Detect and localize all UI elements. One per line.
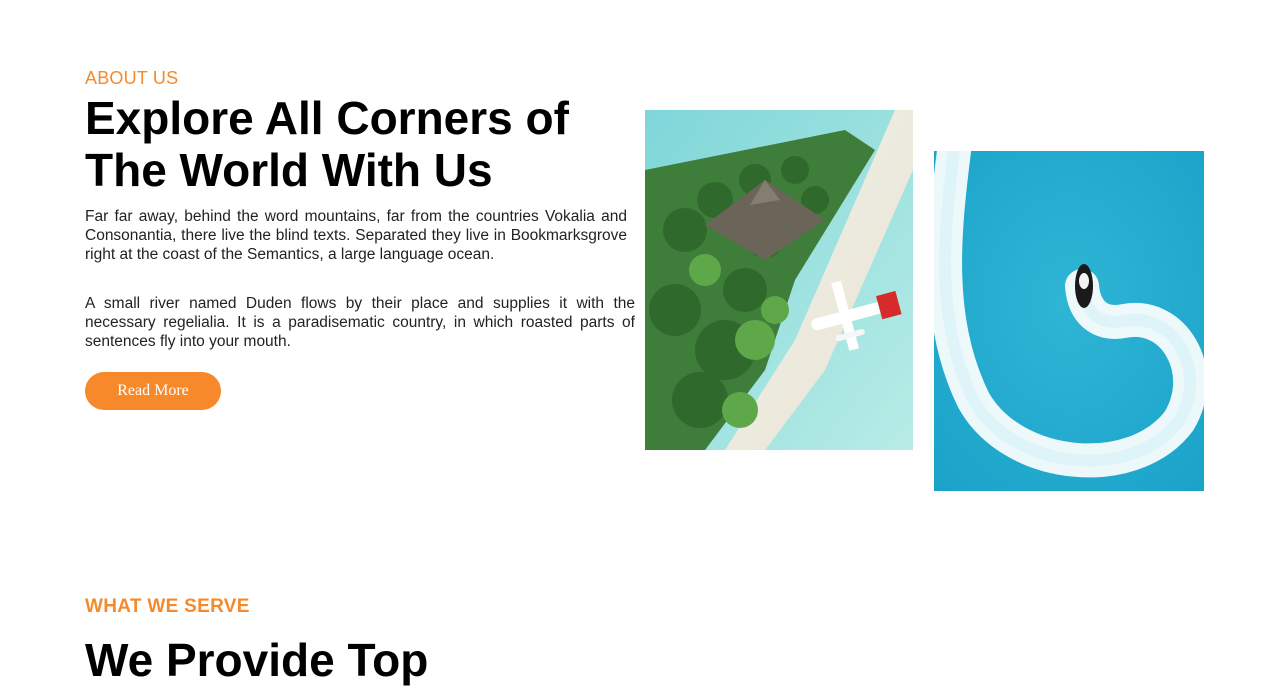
jet-ski-photo bbox=[934, 151, 1204, 491]
about-title: Explore All Corners of The World With Us bbox=[85, 92, 569, 196]
serve-title: We Provide Top bbox=[85, 634, 429, 686]
serve-kicker: WHAT WE SERVE bbox=[85, 596, 250, 617]
island-beach-photo bbox=[645, 110, 913, 450]
about-paragraph-2: A small river named Duden flows by their… bbox=[85, 295, 635, 350]
about-paragraph-1: Far far away, behind the word mountains,… bbox=[85, 208, 627, 263]
read-more-button[interactable]: Read More bbox=[85, 372, 221, 410]
about-kicker: ABOUT US bbox=[85, 68, 179, 88]
